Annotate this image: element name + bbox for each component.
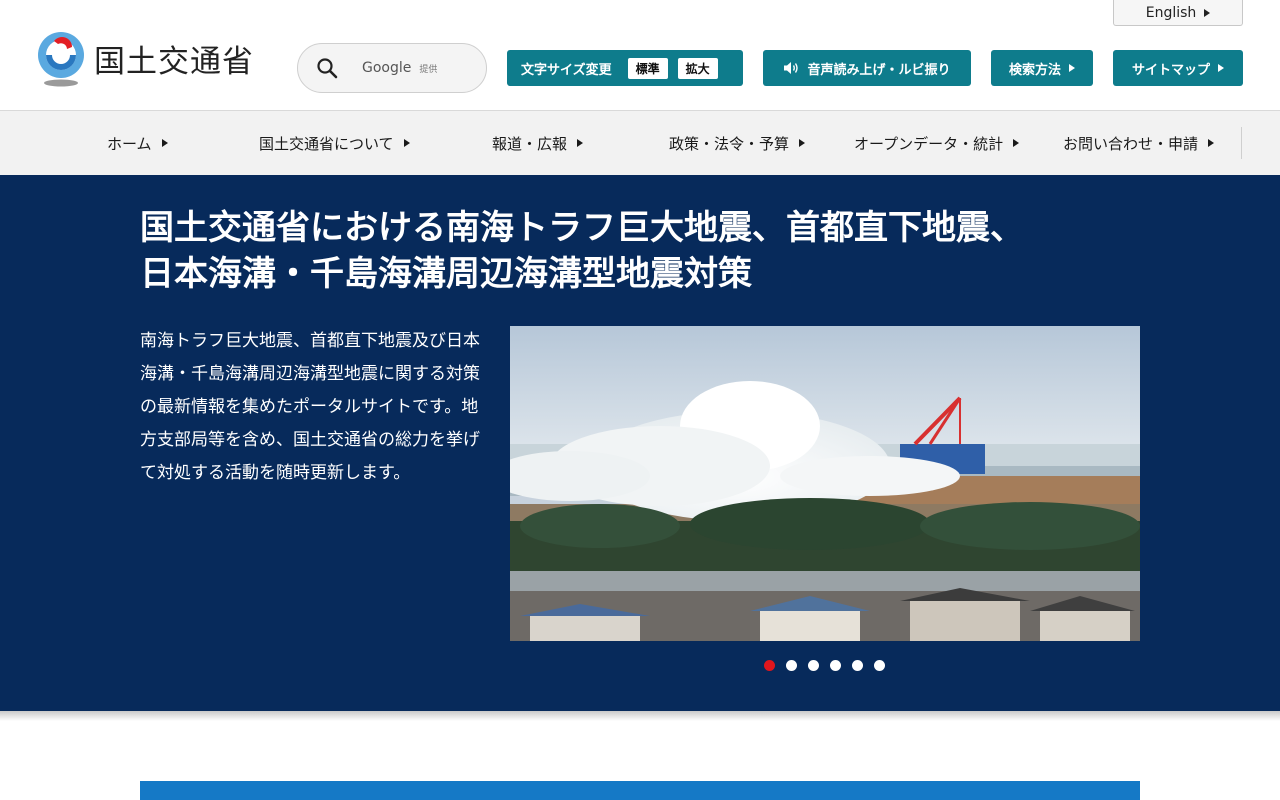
slide-dot-1[interactable] (764, 660, 775, 671)
voice-ruby-button[interactable]: 音声読み上げ・ルビ振り (763, 50, 971, 86)
nav-item-label: ホーム (107, 134, 152, 153)
font-size-control: 文字サイズ変更 標準 拡大 (507, 50, 743, 86)
search-provider-sub: 提供 (419, 64, 438, 75)
slide-pagination (764, 660, 896, 671)
hero-section: 国土交通省における南海トラフ巨大地震、首都直下地震、 日本海溝・千島海溝周辺海溝… (0, 175, 1280, 711)
nav-item-label: 報道・広報 (492, 134, 568, 153)
nav-divider (1241, 127, 1242, 159)
site-header: 国土交通省 English Google 提供 文字サイズ変更 標準 拡大 音声… (0, 0, 1280, 111)
arrow-right-icon (1208, 139, 1215, 147)
hero-description: 南海トラフ巨大地震、首都直下地震及び日本海溝・千島海溝周辺海溝型地震に関する対策… (140, 331, 480, 483)
arrow-right-icon (1218, 64, 1224, 72)
google-search-box[interactable]: Google 提供 (297, 43, 487, 93)
arrow-right-icon (1013, 139, 1020, 147)
search-icon[interactable] (316, 57, 338, 79)
hero-slide-image[interactable] (510, 326, 1140, 641)
search-provider-label: Google (362, 60, 412, 76)
nav-item-contact[interactable]: お問い合わせ・申請 (1063, 111, 1215, 175)
slide-dot-3[interactable] (808, 660, 819, 671)
slide-dot-4[interactable] (830, 660, 841, 671)
content-band (140, 781, 1140, 800)
slide-dot-5[interactable] (852, 660, 863, 671)
font-size-label: 文字サイズ変更 (521, 62, 612, 78)
nav-item-press[interactable]: 報道・広報 (492, 111, 584, 175)
sitemap-button[interactable]: サイトマップ (1113, 50, 1243, 86)
nav-item-policy[interactable]: 政策・法令・予算 (669, 111, 806, 175)
sitemap-label: サイトマップ (1131, 62, 1210, 78)
font-size-standard-button[interactable]: 標準 (627, 57, 668, 79)
arrow-right-icon (161, 139, 168, 147)
nav-item-opendata[interactable]: オープンデータ・統計 (854, 111, 1020, 175)
speaker-icon (783, 61, 799, 75)
voice-label: 音声読み上げ・ルビ振り (807, 62, 951, 78)
nav-item-label: 国土交通省について (259, 134, 394, 153)
mlit-logo-icon (36, 32, 86, 88)
english-label: English (1145, 4, 1197, 21)
slide-dot-2[interactable] (786, 660, 797, 671)
nav-item-label: お問い合わせ・申請 (1063, 134, 1199, 153)
hero-shadow (0, 711, 1280, 721)
nav-item-about[interactable]: 国土交通省について (259, 111, 410, 175)
search-method-label: 検索方法 (1008, 62, 1061, 78)
global-nav: ホーム 国土交通省について 報道・広報 政策・法令・予算 オープンデータ・統計 … (0, 111, 1280, 175)
arrow-right-icon (403, 139, 410, 147)
nav-item-label: オープンデータ・統計 (854, 134, 1004, 153)
hero-title-line-1: 国土交通省における南海トラフ巨大地震、首都直下地震、 (140, 208, 1024, 248)
search-method-button[interactable]: 検索方法 (991, 50, 1093, 86)
hero-title-line-2: 日本海溝・千島海溝周辺海溝型地震対策 (140, 254, 752, 294)
logo-text: 国土交通省 (94, 43, 254, 80)
slide-dot-6[interactable] (874, 660, 885, 671)
font-size-large-button[interactable]: 拡大 (677, 57, 718, 79)
arrow-right-icon (577, 139, 584, 147)
arrow-right-icon (1069, 64, 1075, 72)
site-logo[interactable]: 国土交通省 (36, 32, 254, 88)
nav-item-label: 政策・法令・予算 (669, 134, 790, 153)
arrow-right-icon (799, 139, 806, 147)
english-link[interactable]: English (1113, 0, 1243, 26)
nav-item-home[interactable]: ホーム (107, 111, 168, 175)
hero-title[interactable]: 国土交通省における南海トラフ巨大地震、首都直下地震、 日本海溝・千島海溝周辺海溝… (140, 205, 1140, 297)
arrow-right-icon (1204, 8, 1211, 17)
